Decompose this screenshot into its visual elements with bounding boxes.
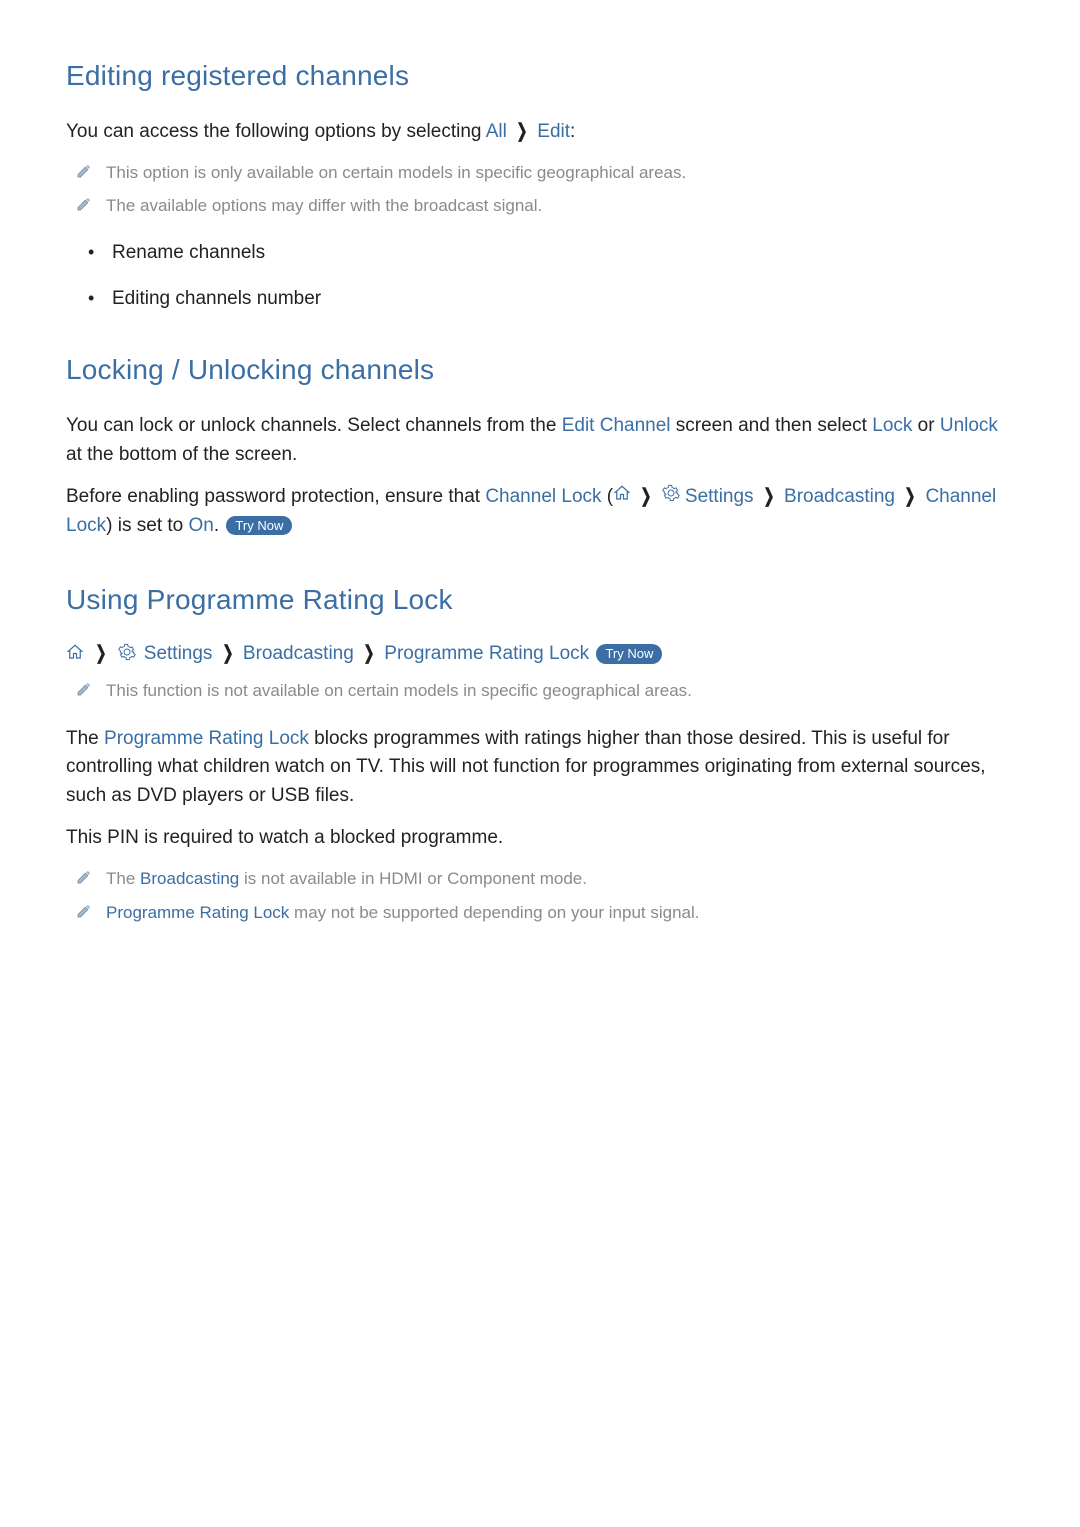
section-locking-unlocking-channels: Locking / Unlocking channels You can loc… — [66, 354, 1014, 540]
link-programme-rating-lock: Programme Rating Lock — [106, 903, 289, 922]
text: The — [106, 869, 140, 888]
note-text: This option is only available on certain… — [106, 161, 686, 185]
try-now-button[interactable]: Try Now — [226, 516, 292, 536]
link-unlock: Unlock — [940, 415, 998, 436]
home-icon — [66, 643, 84, 661]
prl-paragraph-2: This PIN is required to watch a blocked … — [66, 824, 1014, 853]
path-broadcasting: Broadcasting — [243, 643, 354, 664]
prl-paragraph-1: The Programme Rating Lock blocks program… — [66, 725, 1014, 811]
text: at the bottom of the screen. — [66, 444, 297, 465]
text: You can lock or unlock channels. Select … — [66, 415, 562, 436]
text: ) is set to — [106, 515, 188, 536]
text: or — [912, 415, 939, 436]
link-broadcasting: Broadcasting — [140, 869, 239, 888]
text: may not be supported depending on your i… — [289, 903, 699, 922]
note-row: This option is only available on certain… — [76, 161, 1014, 185]
note-row: This function is not available on certai… — [76, 679, 1014, 703]
path-all: All — [486, 121, 507, 142]
link-channel-lock: Channel Lock — [485, 486, 601, 507]
chevron-right-icon: ❯ — [96, 642, 107, 665]
note-text: This function is not available on certai… — [106, 679, 692, 703]
note-text: The Broadcasting is not available in HDM… — [106, 867, 587, 891]
note-text: The available options may differ with th… — [106, 194, 542, 218]
path-settings: Settings — [144, 643, 213, 664]
chevron-right-icon: ❯ — [641, 483, 652, 512]
path-settings: Settings — [685, 486, 754, 507]
home-icon — [613, 484, 631, 502]
note-row: Programme Rating Lock may not be support… — [76, 901, 1014, 925]
chevron-right-icon: ❯ — [222, 642, 233, 665]
lock-paragraph-2: Before enabling password protection, ens… — [66, 483, 1014, 540]
link-lock: Lock — [872, 415, 912, 436]
pencil-icon — [76, 163, 92, 179]
pencil-icon — [76, 196, 92, 212]
text: Before enabling password protection, ens… — [66, 486, 485, 507]
path-programme-rating-lock: Programme Rating Lock — [384, 643, 589, 664]
text: ( — [602, 486, 614, 507]
lock-paragraph-1: You can lock or unlock channels. Select … — [66, 412, 1014, 469]
heading-editing-registered-channels: Editing registered channels — [66, 60, 1014, 92]
text: screen and then select — [671, 415, 873, 436]
heading-locking-unlocking-channels: Locking / Unlocking channels — [66, 354, 1014, 386]
try-now-button[interactable]: Try Now — [596, 644, 662, 664]
section-programme-rating-lock: Using Programme Rating Lock ❯ Settings ❯… — [66, 584, 1014, 924]
options-list: Rename channels Editing channels number — [66, 242, 1014, 310]
pencil-icon — [76, 869, 92, 885]
note-text: Programme Rating Lock may not be support… — [106, 901, 700, 925]
note-row: The available options may differ with th… — [76, 194, 1014, 218]
heading-programme-rating-lock: Using Programme Rating Lock — [66, 584, 1014, 616]
intro-paragraph: You can access the following options by … — [66, 118, 1014, 147]
intro-prefix: You can access the following options by … — [66, 121, 486, 142]
chevron-right-icon: ❯ — [363, 642, 374, 665]
intro-suffix: : — [570, 121, 575, 142]
link-edit-channel: Edit Channel — [562, 415, 671, 436]
chevron-right-icon: ❯ — [905, 483, 916, 512]
gear-icon — [118, 643, 136, 661]
text: The — [66, 728, 104, 749]
path-edit: Edit — [537, 121, 570, 142]
section-editing-registered-channels: Editing registered channels You can acce… — [66, 60, 1014, 310]
chevron-right-icon: ❯ — [516, 118, 527, 147]
note-row: The Broadcasting is not available in HDM… — [76, 867, 1014, 891]
link-on: On — [189, 515, 214, 536]
pencil-icon — [76, 903, 92, 919]
text: is not available in HDMI or Component mo… — [239, 869, 587, 888]
list-item: Rename channels — [66, 242, 1014, 264]
gear-icon — [662, 484, 680, 502]
chevron-right-icon: ❯ — [763, 483, 774, 512]
navigation-path: ❯ Settings ❯ Broadcasting ❯ Programme Ra… — [66, 642, 1014, 665]
text: . — [214, 515, 225, 536]
link-programme-rating-lock: Programme Rating Lock — [104, 728, 309, 749]
path-broadcasting: Broadcasting — [784, 486, 895, 507]
list-item: Editing channels number — [66, 288, 1014, 310]
pencil-icon — [76, 681, 92, 697]
